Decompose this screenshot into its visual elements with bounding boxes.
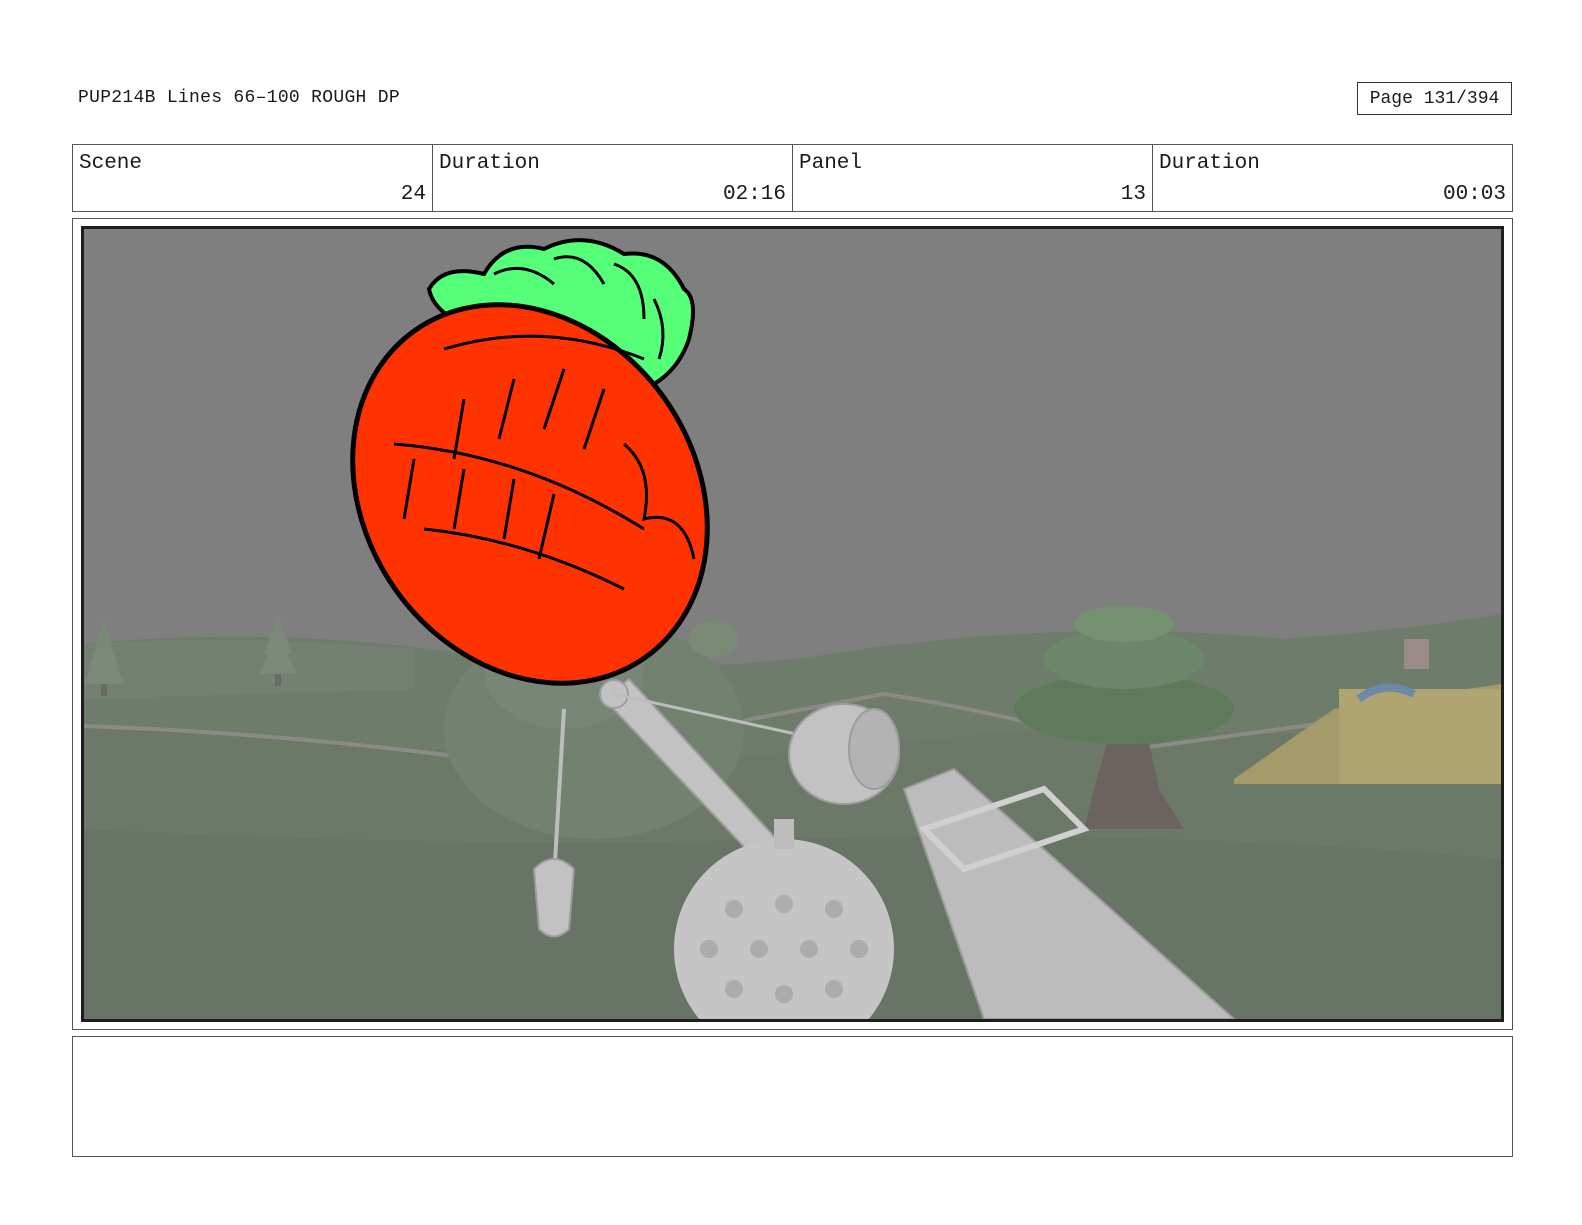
back-hills-light	[84, 640, 414, 699]
storyboard-panel-image	[81, 226, 1504, 1022]
panel-duration-label: Duration	[1159, 152, 1260, 175]
storyboard-panel-frame	[72, 218, 1513, 1030]
panel-cell: Panel 13	[793, 145, 1153, 211]
panel-label: Panel	[799, 152, 863, 175]
document-title: PUP214B Lines 66–100 ROUGH DP	[78, 88, 400, 108]
scene-info-table: Scene 24 Duration 02:16 Panel 13 Duratio…	[72, 144, 1513, 212]
scene-duration-value: 02:16	[722, 183, 786, 206]
panel-value: 13	[1120, 183, 1146, 206]
panel-duration-value: 00:03	[1442, 183, 1506, 206]
panel-duration-cell: Duration 00:03	[1153, 145, 1512, 211]
scene-duration-cell: Duration 02:16	[433, 145, 793, 211]
scene-value: 24	[400, 183, 426, 206]
scene-label: Scene	[79, 152, 143, 175]
panel-notes-box	[72, 1036, 1513, 1157]
scene-duration-label: Duration	[439, 152, 540, 175]
scene-cell: Scene 24	[73, 145, 433, 211]
page-number-box: Page 131/394	[1357, 82, 1512, 115]
